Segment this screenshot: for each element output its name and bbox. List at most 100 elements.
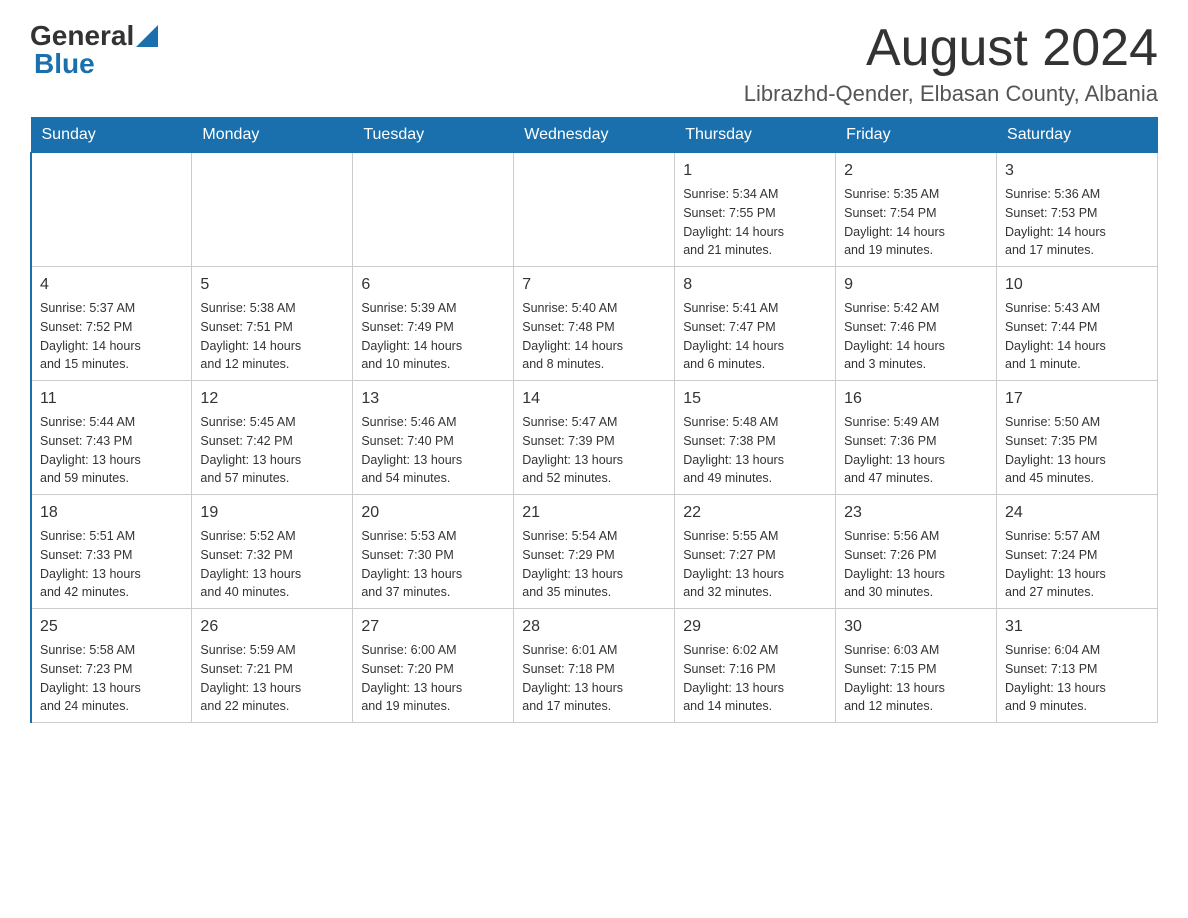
calendar-cell: 20Sunrise: 5:53 AM Sunset: 7:30 PM Dayli… xyxy=(353,495,514,609)
day-number: 11 xyxy=(40,387,183,411)
location-subtitle: Librazhd-Qender, Elbasan County, Albania xyxy=(744,81,1158,107)
calendar-cell: 14Sunrise: 5:47 AM Sunset: 7:39 PM Dayli… xyxy=(514,381,675,495)
day-number: 26 xyxy=(200,615,344,639)
calendar-cell: 23Sunrise: 5:56 AM Sunset: 7:26 PM Dayli… xyxy=(836,495,997,609)
calendar-cell: 22Sunrise: 5:55 AM Sunset: 7:27 PM Dayli… xyxy=(675,495,836,609)
calendar-cell: 19Sunrise: 5:52 AM Sunset: 7:32 PM Dayli… xyxy=(192,495,353,609)
day-number: 6 xyxy=(361,273,505,297)
day-number: 2 xyxy=(844,159,988,183)
day-number: 10 xyxy=(1005,273,1149,297)
day-number: 9 xyxy=(844,273,988,297)
page-header: General Blue August 2024 Librazhd-Qender… xyxy=(30,20,1158,107)
day-info: Sunrise: 5:36 AM Sunset: 7:53 PM Dayligh… xyxy=(1005,185,1149,260)
day-number: 25 xyxy=(40,615,183,639)
day-number: 19 xyxy=(200,501,344,525)
weekday-header: Monday xyxy=(192,118,353,153)
day-info: Sunrise: 5:45 AM Sunset: 7:42 PM Dayligh… xyxy=(200,413,344,488)
day-info: Sunrise: 5:35 AM Sunset: 7:54 PM Dayligh… xyxy=(844,185,988,260)
calendar-week-row: 4Sunrise: 5:37 AM Sunset: 7:52 PM Daylig… xyxy=(31,267,1158,381)
calendar-cell: 27Sunrise: 6:00 AM Sunset: 7:20 PM Dayli… xyxy=(353,609,514,723)
title-section: August 2024 Librazhd-Qender, Elbasan Cou… xyxy=(744,20,1158,107)
weekday-header: Saturday xyxy=(997,118,1158,153)
weekday-header: Thursday xyxy=(675,118,836,153)
calendar-cell: 2Sunrise: 5:35 AM Sunset: 7:54 PM Daylig… xyxy=(836,153,997,267)
day-number: 1 xyxy=(683,159,827,183)
month-title: August 2024 xyxy=(744,20,1158,77)
calendar-cell: 24Sunrise: 5:57 AM Sunset: 7:24 PM Dayli… xyxy=(997,495,1158,609)
day-info: Sunrise: 5:50 AM Sunset: 7:35 PM Dayligh… xyxy=(1005,413,1149,488)
calendar-cell: 1Sunrise: 5:34 AM Sunset: 7:55 PM Daylig… xyxy=(675,153,836,267)
calendar-cell: 25Sunrise: 5:58 AM Sunset: 7:23 PM Dayli… xyxy=(31,609,192,723)
calendar-cell: 31Sunrise: 6:04 AM Sunset: 7:13 PM Dayli… xyxy=(997,609,1158,723)
day-info: Sunrise: 5:49 AM Sunset: 7:36 PM Dayligh… xyxy=(844,413,988,488)
weekday-header: Wednesday xyxy=(514,118,675,153)
calendar-week-row: 1Sunrise: 5:34 AM Sunset: 7:55 PM Daylig… xyxy=(31,153,1158,267)
day-number: 29 xyxy=(683,615,827,639)
day-number: 24 xyxy=(1005,501,1149,525)
calendar-cell: 29Sunrise: 6:02 AM Sunset: 7:16 PM Dayli… xyxy=(675,609,836,723)
calendar-cell xyxy=(192,153,353,267)
day-number: 20 xyxy=(361,501,505,525)
logo: General Blue xyxy=(30,20,158,80)
day-number: 21 xyxy=(522,501,666,525)
weekday-header: Tuesday xyxy=(353,118,514,153)
day-info: Sunrise: 5:39 AM Sunset: 7:49 PM Dayligh… xyxy=(361,299,505,374)
day-number: 3 xyxy=(1005,159,1149,183)
day-number: 18 xyxy=(40,501,183,525)
day-info: Sunrise: 6:02 AM Sunset: 7:16 PM Dayligh… xyxy=(683,641,827,716)
day-info: Sunrise: 5:34 AM Sunset: 7:55 PM Dayligh… xyxy=(683,185,827,260)
calendar-cell xyxy=(514,153,675,267)
day-info: Sunrise: 6:03 AM Sunset: 7:15 PM Dayligh… xyxy=(844,641,988,716)
day-info: Sunrise: 6:01 AM Sunset: 7:18 PM Dayligh… xyxy=(522,641,666,716)
day-number: 17 xyxy=(1005,387,1149,411)
day-info: Sunrise: 5:47 AM Sunset: 7:39 PM Dayligh… xyxy=(522,413,666,488)
day-number: 23 xyxy=(844,501,988,525)
day-info: Sunrise: 5:51 AM Sunset: 7:33 PM Dayligh… xyxy=(40,527,183,602)
day-info: Sunrise: 5:40 AM Sunset: 7:48 PM Dayligh… xyxy=(522,299,666,374)
calendar-week-row: 11Sunrise: 5:44 AM Sunset: 7:43 PM Dayli… xyxy=(31,381,1158,495)
day-info: Sunrise: 5:59 AM Sunset: 7:21 PM Dayligh… xyxy=(200,641,344,716)
calendar-cell: 9Sunrise: 5:42 AM Sunset: 7:46 PM Daylig… xyxy=(836,267,997,381)
calendar-cell: 3Sunrise: 5:36 AM Sunset: 7:53 PM Daylig… xyxy=(997,153,1158,267)
day-number: 30 xyxy=(844,615,988,639)
day-number: 14 xyxy=(522,387,666,411)
day-info: Sunrise: 5:54 AM Sunset: 7:29 PM Dayligh… xyxy=(522,527,666,602)
day-info: Sunrise: 5:48 AM Sunset: 7:38 PM Dayligh… xyxy=(683,413,827,488)
day-number: 22 xyxy=(683,501,827,525)
day-info: Sunrise: 5:55 AM Sunset: 7:27 PM Dayligh… xyxy=(683,527,827,602)
calendar-week-row: 25Sunrise: 5:58 AM Sunset: 7:23 PM Dayli… xyxy=(31,609,1158,723)
calendar-cell: 16Sunrise: 5:49 AM Sunset: 7:36 PM Dayli… xyxy=(836,381,997,495)
day-info: Sunrise: 5:43 AM Sunset: 7:44 PM Dayligh… xyxy=(1005,299,1149,374)
day-number: 13 xyxy=(361,387,505,411)
weekday-header: Friday xyxy=(836,118,997,153)
logo-icon xyxy=(136,25,158,47)
calendar-table: SundayMondayTuesdayWednesdayThursdayFrid… xyxy=(30,117,1158,723)
calendar-cell: 17Sunrise: 5:50 AM Sunset: 7:35 PM Dayli… xyxy=(997,381,1158,495)
day-info: Sunrise: 5:37 AM Sunset: 7:52 PM Dayligh… xyxy=(40,299,183,374)
calendar-cell xyxy=(353,153,514,267)
day-number: 28 xyxy=(522,615,666,639)
day-info: Sunrise: 5:38 AM Sunset: 7:51 PM Dayligh… xyxy=(200,299,344,374)
day-info: Sunrise: 5:41 AM Sunset: 7:47 PM Dayligh… xyxy=(683,299,827,374)
calendar-cell: 4Sunrise: 5:37 AM Sunset: 7:52 PM Daylig… xyxy=(31,267,192,381)
calendar-cell: 12Sunrise: 5:45 AM Sunset: 7:42 PM Dayli… xyxy=(192,381,353,495)
calendar-cell: 21Sunrise: 5:54 AM Sunset: 7:29 PM Dayli… xyxy=(514,495,675,609)
calendar-cell: 5Sunrise: 5:38 AM Sunset: 7:51 PM Daylig… xyxy=(192,267,353,381)
calendar-cell: 11Sunrise: 5:44 AM Sunset: 7:43 PM Dayli… xyxy=(31,381,192,495)
day-info: Sunrise: 6:00 AM Sunset: 7:20 PM Dayligh… xyxy=(361,641,505,716)
day-info: Sunrise: 5:58 AM Sunset: 7:23 PM Dayligh… xyxy=(40,641,183,716)
calendar-cell xyxy=(31,153,192,267)
day-info: Sunrise: 5:52 AM Sunset: 7:32 PM Dayligh… xyxy=(200,527,344,602)
day-number: 12 xyxy=(200,387,344,411)
day-info: Sunrise: 5:42 AM Sunset: 7:46 PM Dayligh… xyxy=(844,299,988,374)
day-number: 5 xyxy=(200,273,344,297)
day-info: Sunrise: 5:44 AM Sunset: 7:43 PM Dayligh… xyxy=(40,413,183,488)
calendar-cell: 7Sunrise: 5:40 AM Sunset: 7:48 PM Daylig… xyxy=(514,267,675,381)
calendar-cell: 26Sunrise: 5:59 AM Sunset: 7:21 PM Dayli… xyxy=(192,609,353,723)
calendar-cell: 10Sunrise: 5:43 AM Sunset: 7:44 PM Dayli… xyxy=(997,267,1158,381)
day-number: 8 xyxy=(683,273,827,297)
day-number: 15 xyxy=(683,387,827,411)
calendar-header-row: SundayMondayTuesdayWednesdayThursdayFrid… xyxy=(31,118,1158,153)
weekday-header: Sunday xyxy=(31,118,192,153)
calendar-cell: 15Sunrise: 5:48 AM Sunset: 7:38 PM Dayli… xyxy=(675,381,836,495)
